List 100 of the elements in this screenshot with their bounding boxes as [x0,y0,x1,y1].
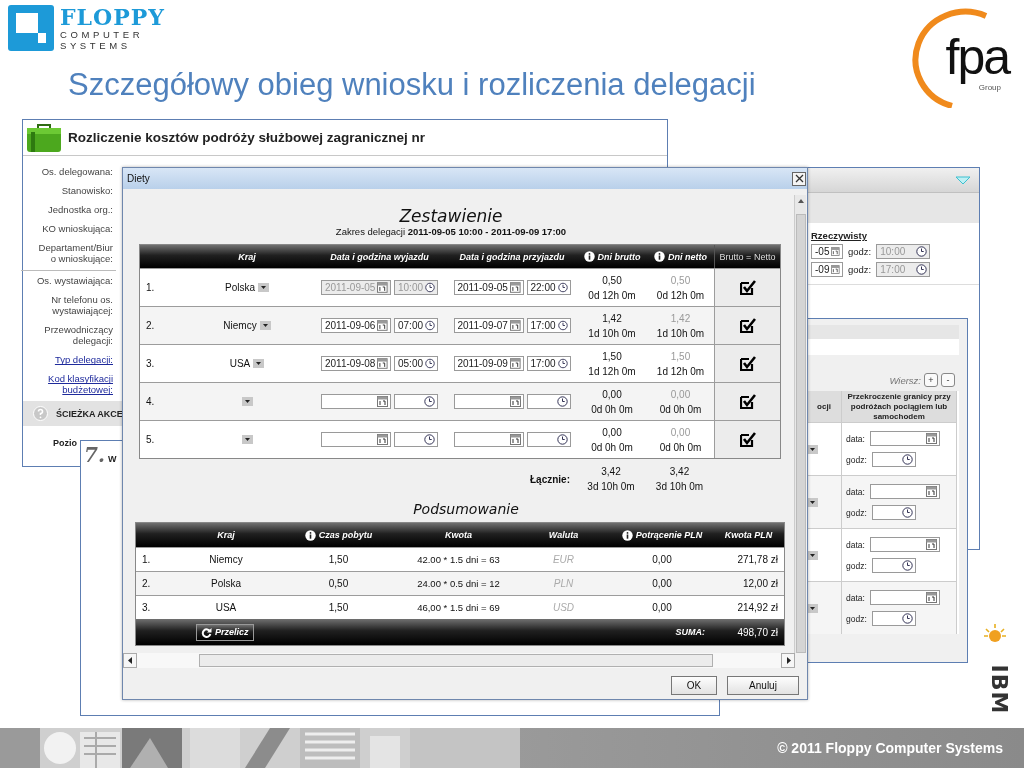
calendar-icon[interactable] [925,592,937,603]
calendar-icon[interactable] [509,434,521,445]
clock-icon[interactable] [557,320,568,331]
dropdown-icon[interactable] [241,397,253,406]
date-field[interactable] [453,432,524,447]
time-field[interactable]: 05:00 [394,356,438,371]
date-field[interactable]: 2011-09-08 [321,356,391,371]
checkmark-icon[interactable] [739,432,756,447]
date-field[interactable] [321,432,391,447]
checkmark-icon[interactable] [739,280,756,295]
scroll-right-button[interactable] [781,653,795,668]
dropdown-icon[interactable] [807,497,818,507]
duration-value: 0d 0h 0m [591,440,633,455]
calendar-icon[interactable] [925,539,937,550]
clock-icon[interactable] [424,434,435,445]
time-field[interactable]: 17:00 [526,356,571,371]
date-field[interactable]: 2011-09-09 [453,356,524,371]
date-field[interactable]: 2011-09-05 [453,280,524,295]
time-field[interactable] [871,505,916,520]
time-field[interactable] [526,432,571,447]
recalculate-button[interactable]: Przelicz [196,623,254,641]
checkmark-icon[interactable] [739,318,756,333]
calendar-icon[interactable] [925,486,937,497]
calendar-icon[interactable] [377,434,388,445]
checkmark-icon[interactable] [739,356,756,371]
dropdown-icon[interactable] [807,550,818,560]
date-field[interactable] [321,394,391,409]
calendar-icon[interactable] [925,433,937,444]
calendar-icon[interactable] [509,396,521,407]
calendar-icon[interactable] [377,396,388,407]
field-label: data: [846,539,865,550]
dropdown-icon[interactable] [241,435,253,444]
time-field[interactable]: 17:00 [526,318,571,333]
days-value: 0,00 [670,387,691,402]
stay-value: 1,50 [328,553,349,567]
clock-icon[interactable] [425,320,435,331]
date-field[interactable] [869,431,940,446]
time-field[interactable] [871,452,916,467]
copyright-text: © 2011 Floppy Computer Systems [777,740,1003,756]
remove-row-button[interactable]: - [941,373,955,387]
calendar-icon[interactable] [509,320,521,331]
deduction-field[interactable]: 0,00 [652,600,672,615]
vertical-scrollbar[interactable] [794,195,806,653]
date-field[interactable] [453,394,524,409]
checkmark-icon[interactable] [739,394,756,409]
scroll-left-button[interactable] [123,653,137,668]
step-number: 7. [84,443,105,467]
amount-formula: 46,00 * 1.5 dni = 69 [417,601,500,615]
calendar-icon[interactable] [377,358,388,369]
clock-icon[interactable] [557,358,568,369]
clock-icon[interactable] [425,358,435,369]
date-field[interactable] [869,484,940,499]
clock-icon[interactable] [916,246,928,257]
date-field[interactable]: -05 [811,244,843,259]
close-button[interactable] [792,171,806,186]
amount-value: 271,78 zł [737,553,778,567]
field-link[interactable]: Typ delegacji: [23,354,113,366]
clock-icon[interactable] [901,507,913,518]
dropdown-icon[interactable] [807,444,818,454]
clock-icon[interactable] [901,560,913,571]
deduction-field[interactable]: 0,00 [652,552,672,567]
time-field[interactable] [871,611,916,626]
time-field[interactable] [394,394,438,409]
field-link[interactable]: Kod klasyfikacji budżetowej: [23,373,113,396]
date-field[interactable]: 2011-09-06 [321,318,391,333]
cancel-button[interactable]: Anuluj [727,676,799,695]
clock-icon[interactable] [424,396,435,407]
calendar-icon[interactable] [509,358,521,369]
time-field[interactable]: 22:00 [526,280,571,295]
scroll-up-arrow-icon[interactable] [796,198,805,204]
dropdown-icon[interactable] [253,359,265,368]
column-header: Waluta [547,529,580,542]
time-field[interactable] [526,394,571,409]
time-field[interactable]: 07:00 [394,318,438,333]
clock-icon[interactable] [556,396,568,407]
deduction-field[interactable]: 0,00 [652,576,672,591]
time-field[interactable] [394,432,438,447]
calendar-icon[interactable] [831,246,840,257]
date-field[interactable]: -09 [811,262,843,277]
clock-icon[interactable] [557,282,568,293]
field-label: Nr telefonu os. wystawiającej: [50,294,113,317]
calendar-icon[interactable] [831,264,840,275]
calendar-icon[interactable] [509,282,521,293]
days-value: 0,00 [670,425,691,440]
date-field[interactable] [869,537,940,552]
dropdown-icon[interactable] [259,321,271,330]
dropdown-icon[interactable] [807,603,818,613]
time-field[interactable] [871,558,916,573]
horizontal-scrollbar[interactable] [123,653,795,668]
date-field[interactable] [869,590,940,605]
clock-icon[interactable] [916,264,928,275]
section-title: Rzeczywisty [811,230,868,241]
dropdown-icon[interactable] [258,283,269,292]
clock-icon[interactable] [901,454,913,465]
clock-icon[interactable] [556,434,568,445]
date-field[interactable]: 2011-09-07 [453,318,524,333]
ok-button[interactable]: OK [671,676,717,695]
add-row-button[interactable]: + [924,373,938,387]
calendar-icon[interactable] [377,320,388,331]
clock-icon[interactable] [901,613,913,624]
